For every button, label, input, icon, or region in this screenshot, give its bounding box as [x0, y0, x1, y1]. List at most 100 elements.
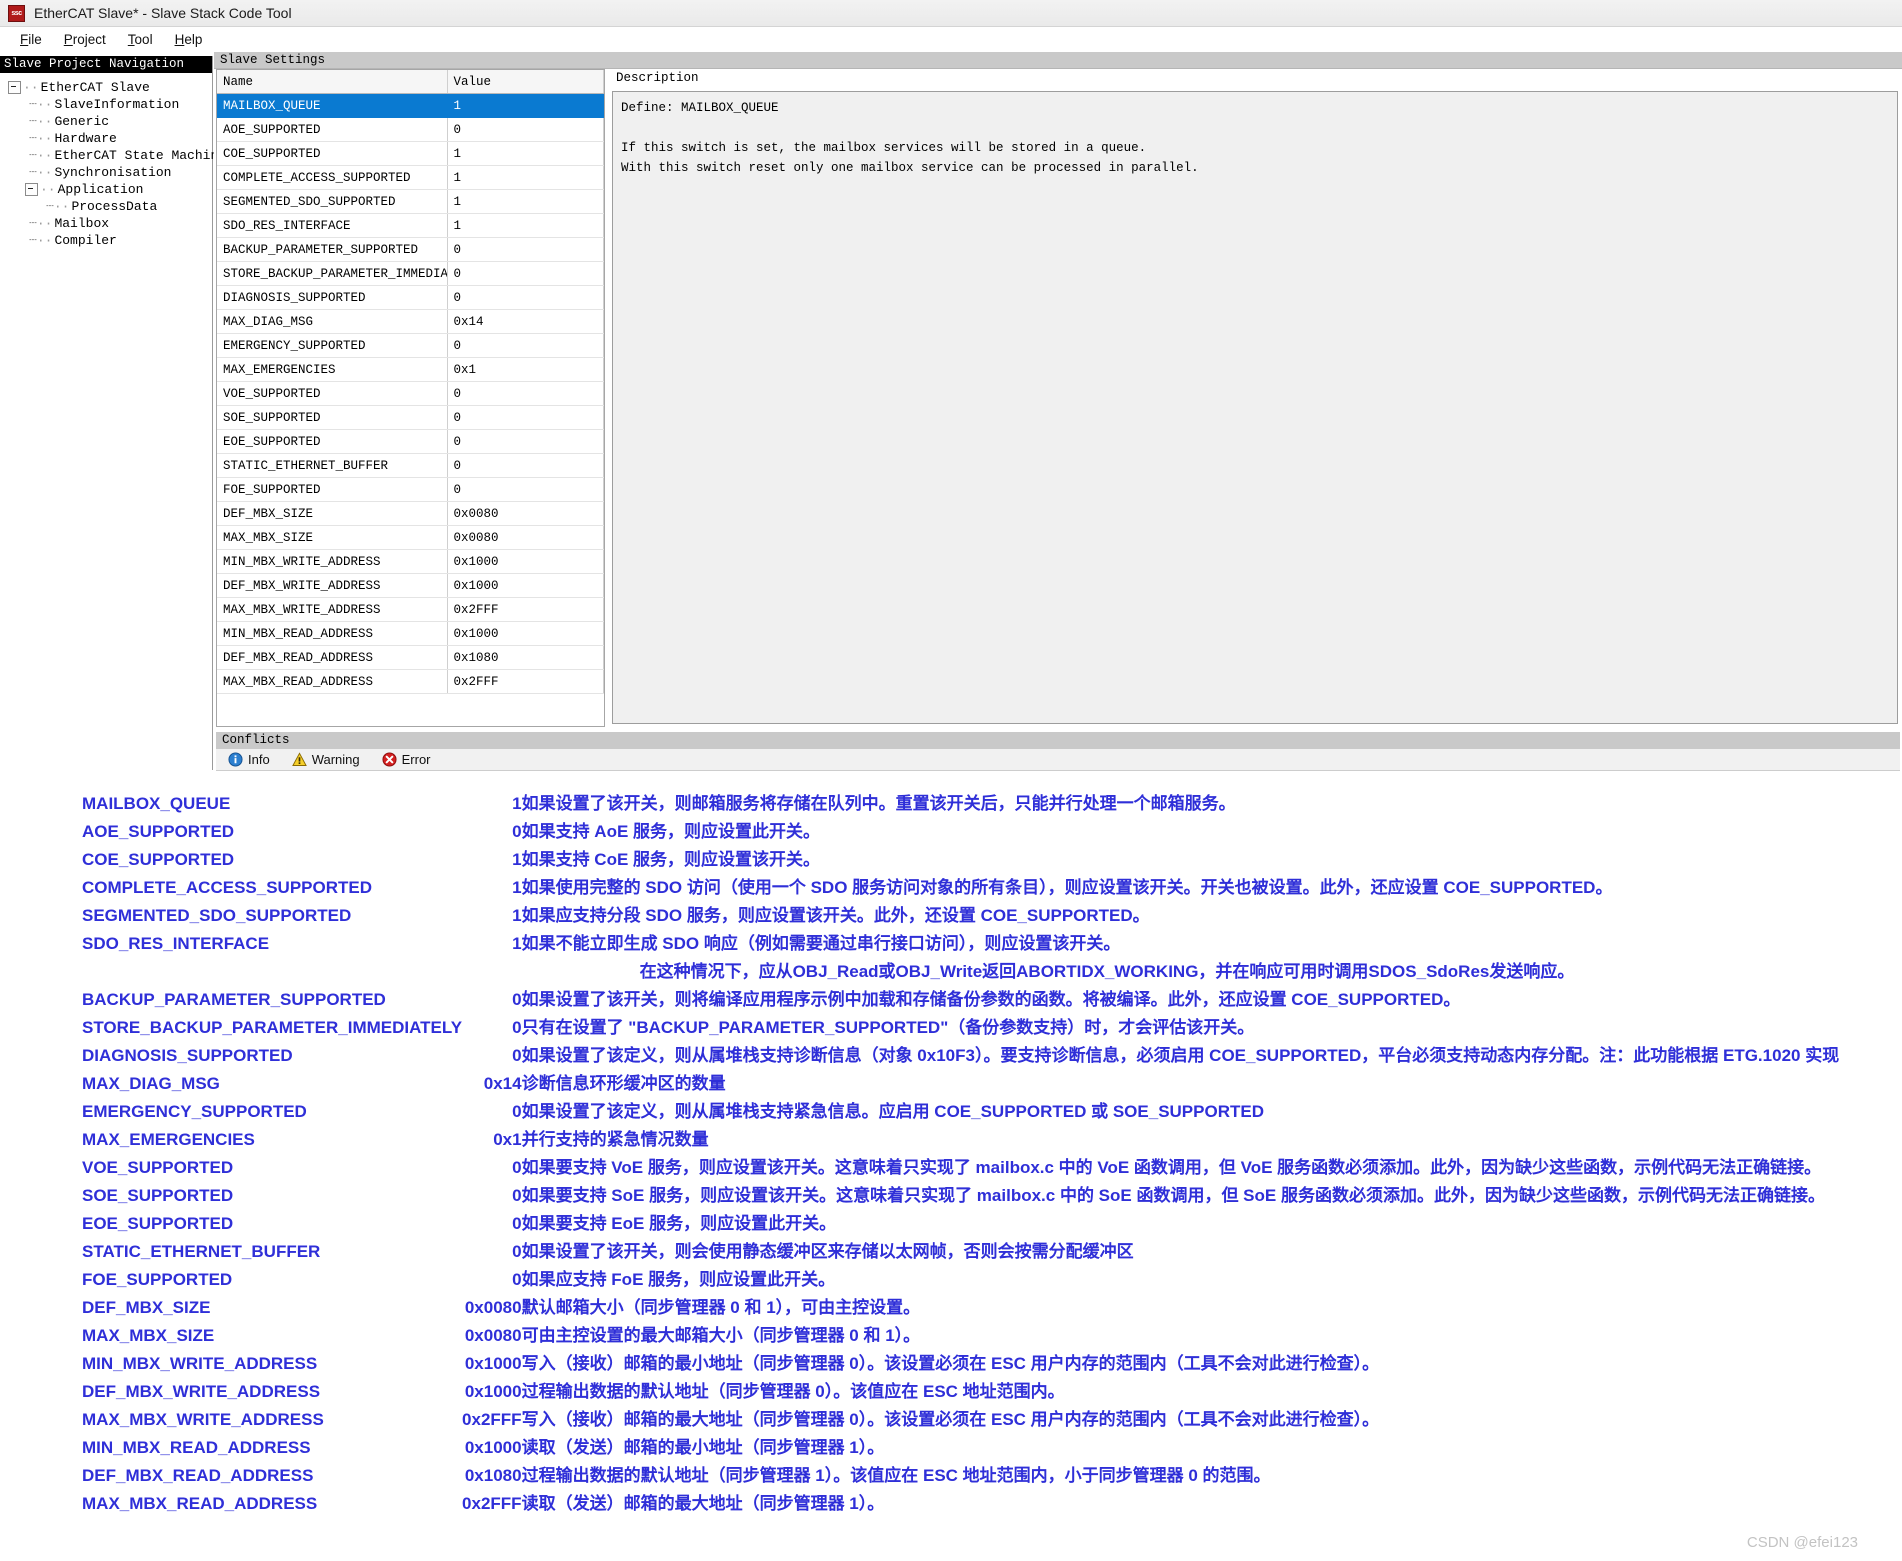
tree-connector: ┄··: [46, 199, 70, 214]
settings-row[interactable]: COMPLETE_ACCESS_SUPPORTED 1: [217, 165, 604, 190]
nav-item-application[interactable]: ·· Application: [8, 181, 212, 198]
setting-value[interactable]: 1: [447, 213, 604, 238]
setting-value[interactable]: 1: [447, 165, 604, 190]
settings-row[interactable]: MAX_MBX_WRITE_ADDRESS 0x2FFF: [217, 597, 604, 622]
setting-name: STATIC_ETHERNET_BUFFER: [217, 453, 448, 478]
setting-name: DEF_MBX_WRITE_ADDRESS: [217, 573, 448, 598]
annotation-row: EMERGENCY_SUPPORTED 0 如果设置了该定义，则从属堆栈支持紧急信息…: [82, 1098, 1839, 1126]
nav-item-compiler[interactable]: ┄·· Compiler: [8, 232, 212, 249]
setting-value[interactable]: 0: [447, 477, 604, 502]
description-panel: Description Define: MAILBOX_QUEUE If thi…: [612, 69, 1900, 727]
setting-value[interactable]: 0: [447, 429, 604, 454]
tree-connector: ┄··: [29, 114, 53, 129]
annotation-value: 1: [512, 906, 522, 925]
menu-help[interactable]: Help: [167, 30, 217, 49]
column-header-value[interactable]: Value: [447, 70, 604, 94]
description-label: Description: [616, 71, 699, 85]
annotation-key: SEGMENTED_SDO_SUPPORTED: [82, 906, 352, 925]
conflict-filter-error[interactable]: Error: [382, 752, 431, 767]
navigation-tree[interactable]: ·· EtherCAT Slave ┄·· SlaveInformation ┄·· Ge…: [0, 73, 226, 249]
settings-row[interactable]: MAX_DIAG_MSG 0x14: [217, 309, 604, 334]
setting-value[interactable]: 1: [447, 93, 604, 118]
annotation-key: BACKUP_PARAMETER_SUPPORTED: [82, 990, 386, 1009]
tree-connector: ┄··: [29, 131, 53, 146]
settings-row[interactable]: VOE_SUPPORTED 0: [217, 381, 604, 406]
setting-value[interactable]: 0: [447, 333, 604, 358]
annotation-description: 如果应支持分段 SDO 服务，则应设置该开关。此外，还设置 COE_SUPPOR…: [521, 906, 1150, 925]
setting-value[interactable]: 0x1000: [447, 549, 604, 574]
setting-value[interactable]: 0x1000: [447, 573, 604, 598]
setting-value[interactable]: 0x14: [447, 309, 604, 334]
setting-value[interactable]: 0: [447, 453, 604, 478]
annotation-key: VOE_SUPPORTED: [82, 1158, 234, 1177]
setting-value[interactable]: 0: [447, 405, 604, 430]
settings-grid-container[interactable]: Name Value MAILBOX_QUEUE 1 AOE_SUPPORTED 0 C…: [216, 69, 605, 727]
annotation-description: 如果设置了该开关，则将编译应用程序示例中加载和存储备份参数的函数。将被编译。此外…: [521, 990, 1461, 1009]
setting-name: VOE_SUPPORTED: [217, 381, 448, 406]
setting-name: DEF_MBX_SIZE: [217, 501, 448, 526]
menu-file[interactable]: File: [12, 30, 56, 49]
setting-value[interactable]: 0: [447, 117, 604, 142]
setting-value[interactable]: 1: [447, 141, 604, 166]
setting-value[interactable]: 0x2FFF: [447, 669, 604, 694]
settings-row[interactable]: SEGMENTED_SDO_SUPPORTED 1: [217, 189, 604, 214]
menu-tool[interactable]: Tool: [120, 30, 167, 49]
nav-item-generic[interactable]: ┄·· Generic: [8, 113, 212, 130]
annotation-value: 0: [512, 1158, 522, 1177]
setting-value[interactable]: 0x2FFF: [447, 597, 604, 622]
setting-value[interactable]: 0x1000: [447, 621, 604, 646]
grid-header-row: Name Value: [217, 70, 604, 94]
settings-row[interactable]: BACKUP_PARAMETER_SUPPORTED 0: [217, 237, 604, 262]
setting-value[interactable]: 1: [447, 189, 604, 214]
settings-row[interactable]: MAX_MBX_READ_ADDRESS 0x2FFF: [217, 669, 604, 694]
settings-row[interactable]: MAILBOX_QUEUE 1: [217, 93, 604, 118]
annotation-row: SEGMENTED_SDO_SUPPORTED 1 如果应支持分段 SDO 服务，…: [82, 902, 1839, 930]
nav-item-mailbox[interactable]: ┄·· Mailbox: [8, 215, 212, 232]
settings-row[interactable]: MAX_MBX_SIZE 0x0080: [217, 525, 604, 550]
settings-row[interactable]: EMERGENCY_SUPPORTED 0: [217, 333, 604, 358]
tree-expander-icon[interactable]: [8, 81, 21, 94]
annotation-description: 如果设置了该定义，则从属堆栈支持紧急信息。应启用 COE_SUPPORTED 或…: [521, 1102, 1264, 1121]
column-header-name[interactable]: Name: [217, 70, 448, 94]
annotation-value: 0x0080: [464, 1298, 522, 1317]
settings-row[interactable]: STATIC_ETHERNET_BUFFER 0: [217, 453, 604, 478]
annotation-value: 1: [512, 850, 522, 869]
menu-project[interactable]: Project: [56, 30, 120, 49]
settings-row[interactable]: STORE_BACKUP_PARAMETER_IMMEDIATELY0: [217, 261, 604, 286]
nav-item-synchronisation[interactable]: ┄·· Synchronisation: [8, 164, 212, 181]
tree-expander-icon[interactable]: [25, 183, 38, 196]
nav-item-ethercat-slave[interactable]: ·· EtherCAT Slave: [8, 79, 212, 96]
settings-row[interactable]: FOE_SUPPORTED 0: [217, 477, 604, 502]
annotation-key: DEF_MBX_READ_ADDRESS: [82, 1466, 314, 1485]
nav-item-ethercat-state-machine[interactable]: ┄·· EtherCAT State Machine: [8, 147, 226, 164]
setting-value[interactable]: 0x0080: [447, 525, 604, 550]
settings-row[interactable]: SDO_RES_INTERFACE 1: [217, 213, 604, 238]
nav-item-slaveinformation[interactable]: ┄·· SlaveInformation: [8, 96, 212, 113]
setting-value[interactable]: 0x1: [447, 357, 604, 382]
conflict-filter-warning[interactable]: Warning: [291, 752, 360, 767]
setting-value[interactable]: 0: [447, 285, 604, 310]
setting-value[interactable]: 0: [447, 381, 604, 406]
settings-row[interactable]: MIN_MBX_WRITE_ADDRESS 0x1000: [217, 549, 604, 574]
settings-row[interactable]: SOE_SUPPORTED 0: [217, 405, 604, 430]
nav-item-processdata[interactable]: ┄·· ProcessData: [8, 198, 212, 215]
annotation-description: 过程输出数据的默认地址（同步管理器 1）。该值应在 ESC 地址范围内，小于同步…: [521, 1466, 1271, 1485]
setting-value[interactable]: 0: [447, 237, 604, 262]
settings-row[interactable]: COE_SUPPORTED 1: [217, 141, 604, 166]
settings-row[interactable]: DEF_MBX_READ_ADDRESS 0x1080: [217, 645, 604, 670]
setting-value[interactable]: 0x0080: [447, 501, 604, 526]
setting-value[interactable]: 0: [447, 261, 604, 286]
conflict-filter-info[interactable]: Info: [228, 752, 270, 767]
settings-row[interactable]: MAX_EMERGENCIES 0x1: [217, 357, 604, 382]
settings-row[interactable]: DIAGNOSIS_SUPPORTED 0: [217, 285, 604, 310]
settings-row[interactable]: DEF_MBX_SIZE 0x0080: [217, 501, 604, 526]
settings-row[interactable]: MIN_MBX_READ_ADDRESS 0x1000: [217, 621, 604, 646]
settings-row[interactable]: EOE_SUPPORTED 0: [217, 429, 604, 454]
setting-value[interactable]: 0x1080: [447, 645, 604, 670]
nav-item-hardware[interactable]: ┄·· Hardware: [8, 130, 212, 147]
conflict-filter-info-label: Info: [248, 752, 270, 767]
settings-row[interactable]: AOE_SUPPORTED 0: [217, 117, 604, 142]
settings-row[interactable]: DEF_MBX_WRITE_ADDRESS 0x1000: [217, 573, 604, 598]
annotation-key: COE_SUPPORTED: [82, 850, 235, 869]
annotation-key: [82, 958, 462, 986]
